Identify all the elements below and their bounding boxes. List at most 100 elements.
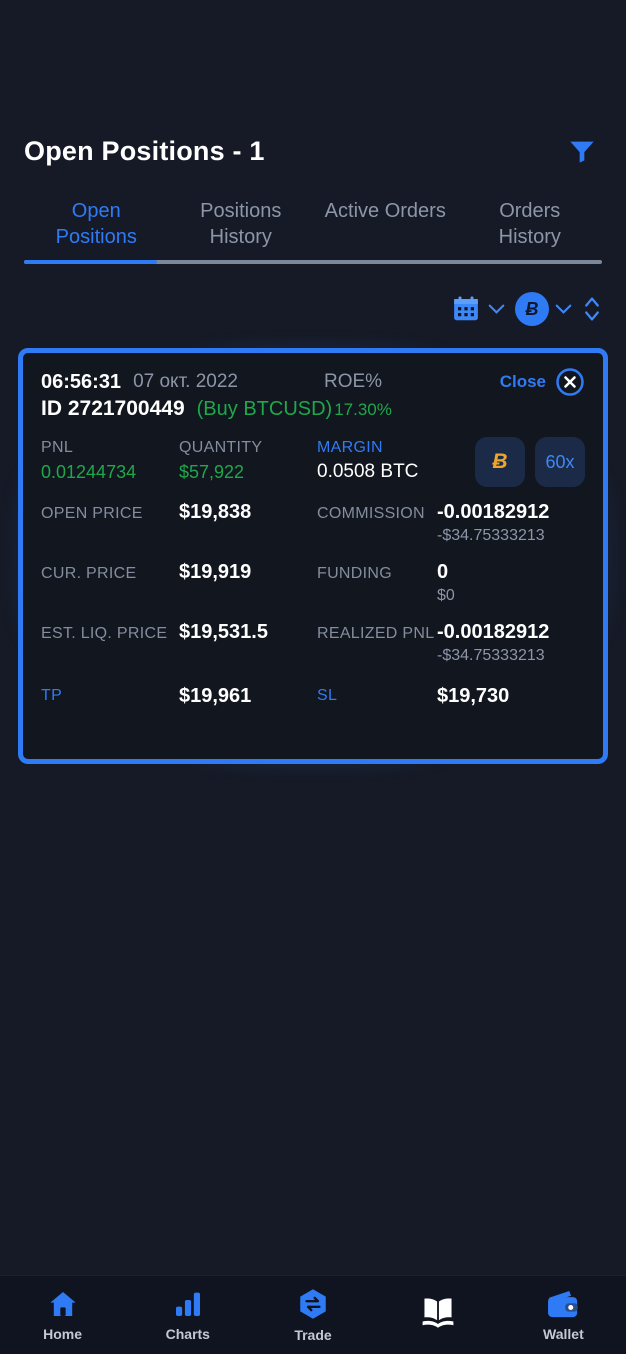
close-label: Close [499,372,546,391]
position-time: 06:56:31 [41,370,122,393]
nav-item-charts[interactable]: Charts [125,1276,250,1354]
nav-label-trade: Trade [294,1327,332,1343]
coin-badge[interactable]: Ƀ [475,437,525,487]
liq-price-realized-pnl-row: EST. LIQ. PRICE $19,531.5 REALIZED PNL -… [41,619,585,667]
tp-cell[interactable]: $19,961 [179,683,317,709]
position-date: 07 окт. 2022 [133,371,238,392]
btc-symbol-icon: Ƀ [492,450,508,473]
tab-scroll-track[interactable] [24,260,602,264]
close-circle-icon [556,368,584,396]
funding-value: 0 [437,561,449,583]
realized-pnl-sub-value: -$34.75333213 [437,647,545,664]
tab-bar: Open Positions Positions History Active … [0,196,626,264]
nav-label-charts: Charts [165,1326,210,1342]
nav-item-book[interactable] [376,1276,501,1354]
realized-pnl-value: -0.00182912 [437,621,550,643]
open-price-value: $19,838 [179,501,252,523]
cur-price-label: CUR. PRICE [41,565,137,582]
open-price-commission-row: OPEN PRICE $19,838 COMMISSION -0.0018291… [41,499,585,547]
leverage-value: 60x [545,451,575,472]
roe-value: 17.30% [334,400,392,419]
realized-pnl-cell: -0.00182912 -$34.75333213 [437,619,585,667]
leverage-badge[interactable]: 60x [535,437,585,487]
commission-sub-value: -$34.75333213 [437,527,545,544]
quantity-value: $57,922 [179,462,245,482]
tab-open-positions-line1: Open [71,200,121,222]
sl-value: $19,730 [437,685,510,707]
nav-item-wallet[interactable]: Wallet [501,1276,626,1354]
tab-open-positions-line2: Positions [55,226,137,248]
commission-label: COMMISSION [317,505,425,522]
nav-label-home: Home [43,1326,83,1342]
wallet-icon [548,1290,579,1318]
sl-cell[interactable]: $19,730 [437,683,585,709]
chevron-down-icon [488,304,505,314]
position-card[interactable]: 06:56:31 07 окт. 2022 ROE% Close ID 2721… [18,348,608,764]
open-price-label: OPEN PRICE [41,505,143,522]
tab-positions-history-line2: History [209,226,272,248]
liq-price-cell: $19,531.5 [179,619,317,645]
tp-sl-row: TP $19,961 SL $19,730 [41,683,585,709]
tab-open-positions[interactable]: Open Positions [24,196,169,260]
pnl-value: 0.01244734 [41,462,137,482]
roe-label: ROE% [324,371,383,392]
calendar-icon [454,296,478,321]
cur-price-cell: $19,919 [179,559,317,585]
date-filter[interactable] [450,294,505,324]
cur-price-funding-row: CUR. PRICE $19,919 FUNDING 0 $0 [41,559,585,607]
page-header: Open Positions - 1 [0,120,626,182]
position-side: (Buy BTCUSD) [196,398,333,420]
tab-active-orders-line1: Active Orders [324,200,446,222]
position-stats: PNL 0.01244734 QUANTITY $57,922 MARGIN 0… [41,437,585,709]
commission-value: -0.00182912 [437,501,550,523]
liq-price-value: $19,531.5 [179,621,268,643]
position-badges: Ƀ 60x [475,437,585,487]
filter-button[interactable] [562,131,602,171]
funding-label: FUNDING [317,565,392,582]
tab-orders-history[interactable]: Orders History [458,196,603,260]
margin-value: 0.0508 BTC [317,461,419,482]
tab-active-indicator [24,260,157,264]
home-icon [49,1292,76,1316]
bar-chart-icon [175,1292,200,1316]
nav-item-home[interactable]: Home [0,1276,125,1354]
pnl-cell: PNL 0.01244734 [41,437,179,485]
tp-label[interactable]: TP [41,685,179,707]
position-card-header-row: 06:56:31 07 окт. 2022 ROE% Close [41,367,585,397]
tab-positions-history-line1: Positions [200,200,282,222]
tab-active-orders[interactable]: Active Orders [313,196,458,260]
sort-button[interactable] [582,294,602,324]
trade-swap-icon [300,1289,326,1319]
funding-cell: 0 $0 [437,559,585,607]
commission-cell: -0.00182912 -$34.75333213 [437,499,585,547]
filter-controls-row: Ƀ [450,292,602,326]
open-book-icon [422,1298,454,1328]
page-title: Open Positions - 1 [24,135,265,166]
margin-cell[interactable]: MARGIN 0.0508 BTC [317,437,437,485]
realized-pnl-label: REALIZED PNL [317,625,435,642]
liq-price-label: EST. LIQ. PRICE [41,625,168,642]
bottom-navigation: Home Charts Trade Wallet [0,1275,626,1354]
coin-filter[interactable]: Ƀ [515,292,572,326]
pnl-quantity-margin-row: PNL 0.01244734 QUANTITY $57,922 MARGIN 0… [41,437,585,487]
margin-label: MARGIN [317,439,383,456]
funding-sub-value: $0 [437,587,455,604]
tab-orders-history-line2: History [498,226,561,248]
btc-coin-icon: Ƀ [515,292,549,326]
cur-price-value: $19,919 [179,561,252,583]
close-position-button[interactable]: Close [500,367,585,397]
tab-orders-history-line1: Orders [499,200,561,222]
filter-funnel-icon [570,141,594,163]
sl-label[interactable]: SL [317,685,437,707]
tab-positions-history[interactable]: Positions History [169,196,314,260]
position-id-row: ID 2721700449 (Buy BTCUSD) 17.30% [41,397,585,431]
quantity-cell: QUANTITY $57,922 [179,437,317,485]
pnl-label: PNL [41,439,74,456]
chevron-down-icon [555,304,572,314]
position-id: ID 2721700449 [41,397,185,420]
open-price-cell: $19,838 [179,499,317,525]
quantity-label: QUANTITY [179,439,263,456]
nav-item-trade[interactable]: Trade [250,1276,375,1354]
sort-updown-icon [585,297,599,321]
tp-value: $19,961 [179,685,252,707]
